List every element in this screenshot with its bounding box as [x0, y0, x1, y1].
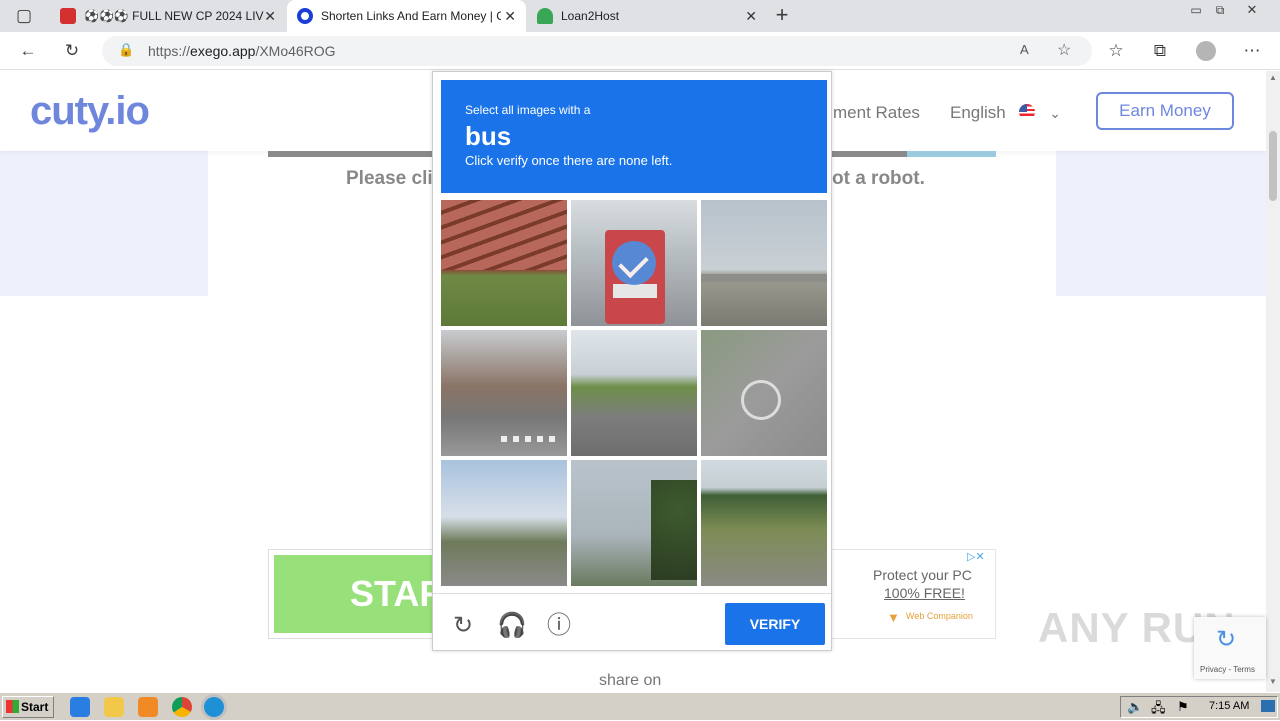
progress-bar-accent	[907, 151, 996, 157]
refresh-icon[interactable]: ↻	[62, 41, 82, 61]
window-close-icon[interactable]: ✕	[1242, 0, 1262, 20]
minimize-icon[interactable]: ▭	[1186, 0, 1206, 20]
site-logo[interactable]: cuty.io	[30, 89, 150, 134]
ad-choices-icon[interactable]: ▷✕	[967, 550, 985, 563]
captcha-challenge: Select all images with a bus Click verif…	[432, 71, 832, 651]
captcha-hint: Click verify once there are none left.	[465, 153, 673, 168]
nav-payment-rates[interactable]: ment Rates	[833, 103, 920, 123]
profile-avatar[interactable]	[1196, 41, 1216, 61]
start-button[interactable]: STAR	[274, 555, 445, 633]
media-player-icon[interactable]	[138, 697, 158, 717]
tile-highway-car[interactable]	[701, 460, 827, 586]
network-icon[interactable]: 🖧	[1151, 699, 1166, 721]
favorites-icon[interactable]: ☆	[1106, 41, 1126, 61]
address-bar[interactable]: 🔒 https://exego.app/XMo46ROG A ☆	[102, 36, 1092, 66]
close-icon[interactable]: ✕	[745, 8, 757, 25]
tab-3-favicon-icon	[537, 8, 553, 24]
tab-1-title: ⚽⚽⚽ FULL NEW CP 2024 LIVES	[84, 9, 264, 23]
selected-check-icon	[612, 241, 656, 285]
progress-bar-right	[830, 151, 907, 157]
ad-banner[interactable]: ▷✕ Protect your PC 100% FREE! ▼ Web Comp…	[830, 549, 996, 639]
read-aloud-icon[interactable]: A	[1020, 42, 1029, 57]
tab-2[interactable]: Shorten Links And Earn Money | C ✕	[287, 0, 526, 32]
recaptcha-logo-icon: ↻	[1216, 626, 1237, 653]
ad-logo-icon: ▼	[887, 610, 900, 625]
recaptcha-links[interactable]: Privacy - Terms	[1200, 665, 1255, 674]
tile-highway-bridge[interactable]	[701, 200, 827, 326]
close-icon[interactable]: ✕	[504, 8, 516, 25]
reload-icon[interactable]: ↻	[449, 612, 477, 640]
desktop-icon[interactable]	[1261, 700, 1275, 712]
tile-bus[interactable]	[571, 200, 697, 326]
edge-icon[interactable]	[204, 697, 224, 717]
tab-3-title: Loan2Host	[561, 9, 620, 23]
restore-icon[interactable]: ⧉	[1210, 0, 1230, 20]
tab-2-favicon-icon	[297, 8, 313, 24]
scroll-thumb[interactable]	[1269, 131, 1277, 201]
back-icon[interactable]: ←	[18, 41, 38, 61]
ad-line-1: Protect your PC	[873, 567, 972, 583]
collections-icon[interactable]: ⧉	[1150, 41, 1170, 61]
new-tab-icon[interactable]: +	[772, 4, 792, 26]
captcha-header: Select all images with a bus Click verif…	[441, 80, 827, 193]
ie-icon[interactable]	[70, 697, 90, 717]
start-button[interactable]: Start	[2, 696, 54, 718]
tile-palm-street[interactable]	[441, 460, 567, 586]
us-flag-icon	[1018, 104, 1035, 120]
system-tray: 🔈 🖧 ⚑ 7:15 AM	[1120, 696, 1278, 718]
tile-bicycle[interactable]	[701, 330, 827, 456]
tile-stairs[interactable]	[441, 200, 567, 326]
instruction-right: ot a robot.	[832, 168, 925, 189]
flag-icon[interactable]: ⚑	[1177, 699, 1189, 715]
scroll-down-icon[interactable]: ▼	[1269, 677, 1277, 686]
instruction-left: Please cli	[346, 168, 433, 189]
clock: 7:15 AM	[1209, 700, 1250, 712]
windows-logo-icon	[6, 700, 19, 713]
verify-button[interactable]: VERIFY	[725, 603, 825, 645]
chevron-down-icon: ⌄	[1049, 105, 1061, 121]
add-favorite-icon[interactable]: ☆	[1057, 40, 1071, 60]
language-label: English	[950, 103, 1006, 122]
audio-challenge-icon[interactable]: 🎧	[497, 612, 527, 640]
scroll-up-icon[interactable]: ▲	[1269, 73, 1277, 82]
url-text: https://exego.app/XMo46ROG	[148, 43, 336, 59]
tab-strip: ▢ ⚽⚽⚽ FULL NEW CP 2024 LIVES ✕ Shorten L…	[0, 0, 1280, 32]
share-label: share on	[599, 672, 662, 689]
captcha-instruction: Select all images with a	[465, 103, 591, 117]
volume-icon[interactable]: 🔈	[1127, 699, 1143, 715]
language-selector[interactable]: English ⌄	[950, 103, 1061, 123]
page-scrollbar[interactable]: ▲ ▼	[1266, 71, 1280, 692]
browser-toolbar: ← ↻ 🔒 https://exego.app/XMo46ROG A ☆ ☆ ⧉…	[0, 32, 1280, 70]
more-menu-icon[interactable]: ⋯	[1242, 41, 1262, 61]
folder-icon[interactable]	[104, 697, 124, 717]
ad-line-3: Web Companion	[906, 611, 973, 621]
os-taskbar: Start 🔈 🖧 ⚑ 7:15 AM	[0, 692, 1280, 720]
captcha-target: bus	[465, 121, 512, 151]
ad-line-2: 100% FREE!	[884, 585, 965, 601]
tab-actions-icon[interactable]: ▢	[14, 6, 34, 26]
tab-1[interactable]: ⚽⚽⚽ FULL NEW CP 2024 LIVES ✕	[50, 0, 286, 32]
recaptcha-badge[interactable]: ↻ Privacy - Terms	[1194, 617, 1266, 679]
close-icon[interactable]: ✕	[264, 8, 276, 25]
tab-2-title: Shorten Links And Earn Money | C	[321, 9, 501, 23]
tab-1-favicon-icon	[60, 8, 76, 24]
tile-road-trees[interactable]	[571, 330, 697, 456]
earn-money-button[interactable]: Earn Money	[1096, 92, 1234, 130]
info-icon[interactable]: ⓘ	[545, 612, 573, 640]
captcha-footer: ↻ 🎧 ⓘ VERIFY	[433, 593, 831, 651]
start-label: Start	[21, 700, 49, 714]
tile-palm-closeup[interactable]	[571, 460, 697, 586]
tile-street-crosswalk[interactable]	[441, 330, 567, 456]
lock-icon: 🔒	[118, 42, 135, 57]
tab-3[interactable]: Loan2Host ✕	[527, 0, 767, 32]
chrome-icon[interactable]	[172, 697, 192, 717]
